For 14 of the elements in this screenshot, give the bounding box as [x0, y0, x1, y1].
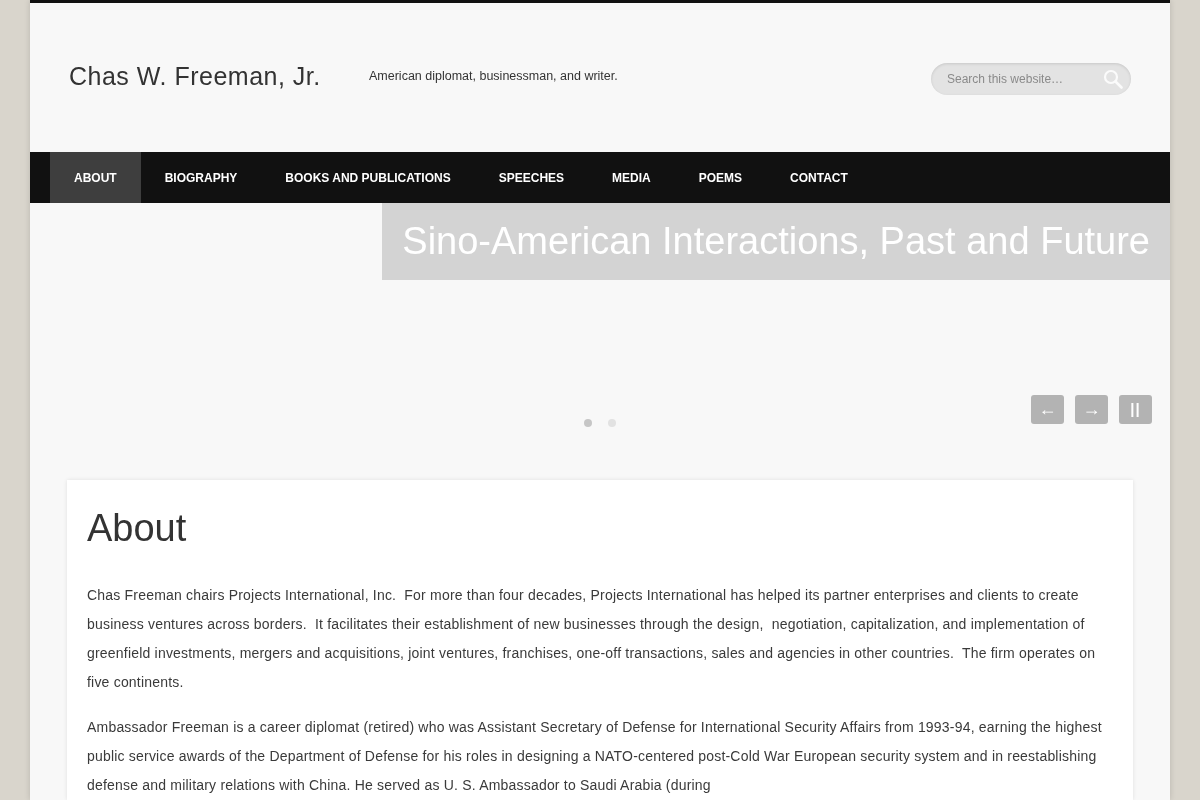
nav-item[interactable]: SPEECHES [474, 152, 589, 203]
site-title[interactable]: Chas W. Freeman, Jr. [69, 63, 321, 89]
nav-item[interactable]: MEDIA [588, 152, 675, 203]
site-tagline: American diplomat, businessman, and writer. [369, 68, 618, 86]
search-icon[interactable] [1103, 69, 1123, 89]
nav-item[interactable]: BIOGRAPHY [140, 152, 262, 203]
body-paragraph: Ambassador Freeman is a career diplomat (retired) who was Assistant Secretary of Defense for International Security Affairs from 1993-94, earning the highest public service awards of the Department of Defense for his roles in designing a NATO-centered post-Cold War European security system and in reestablishing defense and military relations with China. He served as U. S. Ambassador to Saudi Arabia (during [87, 718, 1103, 795]
nav-item[interactable]: ABOUT [50, 152, 141, 203]
nav-item[interactable]: CONTACT [766, 152, 872, 203]
search-field[interactable]: Search this website… [931, 63, 1131, 95]
page-heading: About [87, 506, 188, 551]
body-paragraph: Chas Freeman chairs Projects International, Inc. For more than four decades, Projects International has helped its partner enterprises and clients to create business ventures across borders. It facilitates their establishment of new businesses through the design, negotiation, capitalization, and implementation of greenfield investments, mergers and acquisitions, joint ventures, franchises, one-off transactions, sales and agencies in other countries. The firm operates on five continents. [87, 586, 1097, 692]
nav-item[interactable]: BOOKS AND PUBLICATIONS [261, 152, 475, 203]
nav-item[interactable]: POEMS [674, 152, 767, 203]
